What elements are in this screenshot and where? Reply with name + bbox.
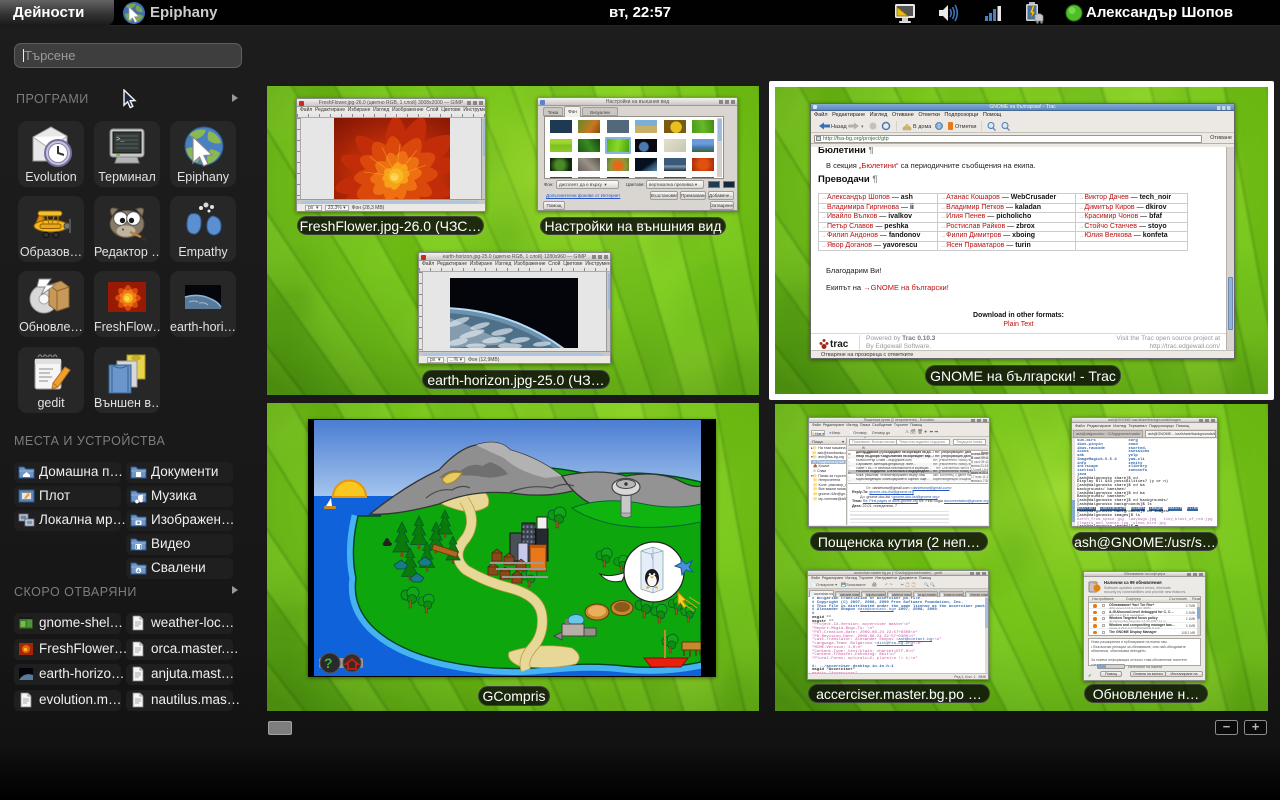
svg-text:Назад: Назад	[831, 124, 848, 130]
svg-text:▾: ▾	[861, 124, 864, 130]
svg-text:trac: trac	[830, 339, 849, 350]
svg-text:Отметки: Отметки	[955, 124, 976, 130]
svg-text:?: ?	[324, 655, 333, 671]
svg-text:В дома: В дома	[913, 124, 932, 130]
